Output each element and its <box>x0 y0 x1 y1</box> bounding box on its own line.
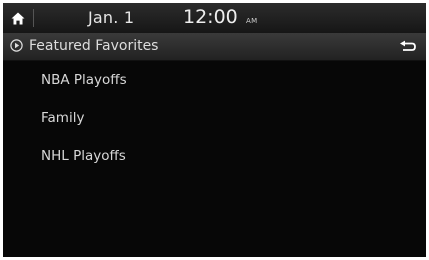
list-item-nhl-playoffs[interactable]: NHL Playoffs <box>3 137 426 175</box>
list-item-nba-playoffs[interactable]: NBA Playoffs <box>3 61 426 99</box>
home-button[interactable] <box>3 3 33 33</box>
screen-frame: Jan. 1 12:00 AM Featured Favorites NBA P… <box>3 3 426 257</box>
favorites-list: NBA Playoffs Family NHL Playoffs <box>3 61 426 175</box>
back-button[interactable] <box>393 34 423 59</box>
status-bar: Jan. 1 12:00 AM <box>3 3 426 33</box>
clock-ampm: AM <box>246 17 258 25</box>
page-title: Featured Favorites <box>29 38 159 54</box>
title-bar: Featured Favorites <box>3 33 426 61</box>
back-arrow-icon <box>400 40 416 51</box>
status-divider <box>33 9 34 27</box>
list-item-family[interactable]: Family <box>3 99 426 137</box>
play-circle-icon <box>10 39 23 52</box>
clock-time: 12:00 <box>183 6 238 28</box>
home-icon <box>11 12 25 24</box>
date-label: Jan. 1 <box>88 8 135 27</box>
